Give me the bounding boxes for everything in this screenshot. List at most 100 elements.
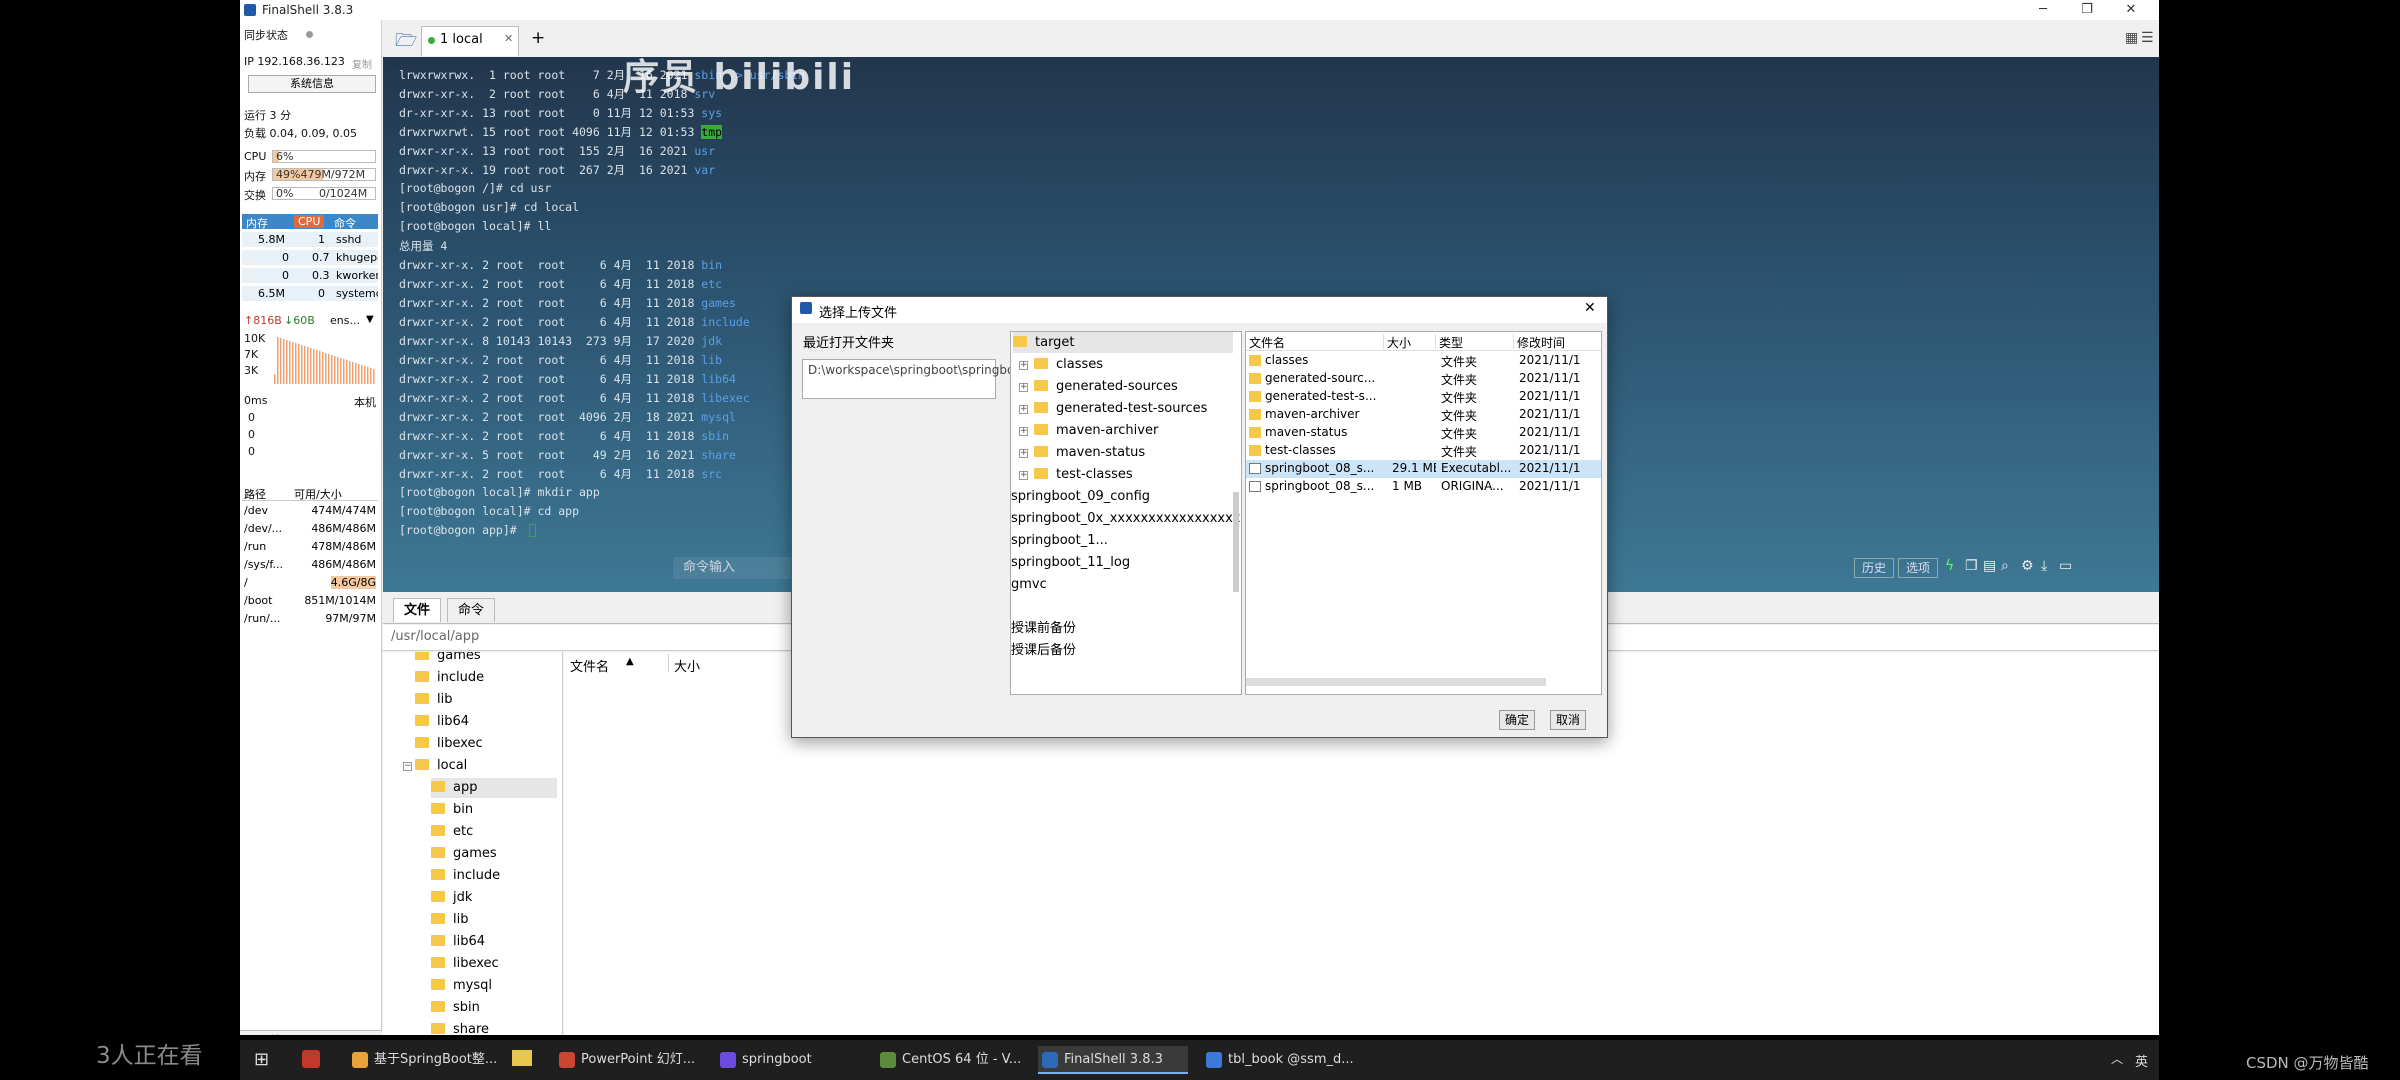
expand-icon[interactable]: + <box>1019 427 1028 436</box>
local-tree-item[interactable]: springboot_11_log <box>1011 552 1130 573</box>
local-tree-item[interactable]: + classes <box>1019 354 1103 375</box>
recent-folder-item[interactable]: D:\workspace\springboot\springboot_08_ss… <box>802 359 1126 399</box>
tab-commands[interactable]: 命令 <box>447 598 496 622</box>
gear-icon[interactable]: ⚙ <box>2021 558 2034 574</box>
tree-item-app[interactable]: app <box>431 778 557 798</box>
file-row[interactable]: generated-test-s... 文件夹 2021/11/1 <box>1246 388 1601 406</box>
tray-ime-indicator[interactable]: 英 <box>2135 1051 2148 1070</box>
col-size[interactable]: 大小 <box>1384 334 1436 350</box>
local-tree-item[interactable]: + generated-test-sources <box>1019 398 1207 419</box>
tab-files[interactable]: 文件 <box>393 598 442 622</box>
copy-icon[interactable]: ❐ <box>1965 558 1978 574</box>
lightning-icon[interactable]: ϟ <box>1945 558 1954 574</box>
local-tree-item[interactable]: + maven-archiver <box>1019 420 1158 441</box>
tree-vertical-scrollbar[interactable] <box>1233 492 1239 592</box>
net-interface-select[interactable]: ens... <box>330 314 360 327</box>
file-row[interactable]: maven-status 文件夹 2021/11/1 <box>1246 424 1601 442</box>
expand-icon[interactable]: + <box>1019 471 1028 480</box>
proc-col-mem[interactable]: 内存 <box>246 215 268 231</box>
chevron-down-icon[interactable]: ▼ <box>366 314 374 325</box>
dialog-close-button[interactable]: ✕ <box>1584 300 1596 316</box>
local-tree-item[interactable]: 授课后备份 <box>1011 640 1076 661</box>
server-ip[interactable]: IP 192.168.36.123 <box>244 55 345 68</box>
local-tree-item[interactable]: springboot_1... <box>1011 530 1108 551</box>
process-row[interactable]: 6.5M0systemd <box>242 286 378 301</box>
options-button[interactable]: 选项 <box>1898 558 1938 578</box>
disk-row[interactable]: /sys/f... 486M/486M <box>242 556 378 573</box>
keyboard-icon[interactable]: ⌨ <box>336 1034 356 1036</box>
col-filename[interactable]: 文件名 <box>1246 334 1384 350</box>
tree-item-local[interactable]: local <box>415 756 467 776</box>
layout-grid-icon[interactable]: ▦ <box>2125 30 2138 46</box>
local-tree-item[interactable]: + maven-status <box>1019 442 1145 463</box>
paste-icon[interactable]: ▤ <box>1983 558 1996 574</box>
local-tree-item[interactable]: springboot_0x_xxxxxxxxxxxxxxxxxxx <box>1011 508 1241 529</box>
restore-button[interactable]: ❐ <box>2065 0 2109 20</box>
expand-icon[interactable]: + <box>1019 361 1028 370</box>
tab-session-local[interactable]: 1 local ✕ <box>421 26 519 56</box>
gear-icon[interactable]: ⚙ <box>366 1034 379 1036</box>
process-row[interactable]: 5.8M 1 sshd <box>242 232 378 247</box>
file-row[interactable]: generated-sourc... 文件夹 2021/11/1 <box>1246 370 1601 388</box>
search-icon[interactable]: ⌕ <box>2001 558 2009 574</box>
history-button[interactable]: 历史 <box>1854 558 1894 578</box>
tree-item-lib64[interactable]: lib64 <box>431 932 485 952</box>
tree-item-include[interactable]: include <box>431 866 500 886</box>
disk-row[interactable]: /4.6G/8G <box>242 574 378 591</box>
app-red-icon[interactable] <box>302 1050 320 1068</box>
download-icon[interactable]: ⤓ <box>2041 558 2047 574</box>
tree-item-sbin[interactable]: sbin <box>431 998 480 1018</box>
cancel-button[interactable]: 取消 <box>1550 710 1586 730</box>
punctuation-icon[interactable]: °, <box>315 1034 326 1036</box>
local-tree-item[interactable]: + generated-sources <box>1019 376 1178 397</box>
tree-item-lib[interactable]: lib <box>431 910 468 930</box>
close-button[interactable]: ✕ <box>2109 0 2153 20</box>
expand-icon[interactable]: + <box>1019 405 1028 414</box>
tree-item-lib64[interactable]: lib64 <box>415 712 469 732</box>
file-row[interactable]: maven-archiver 文件夹 2021/11/1 <box>1246 406 1601 424</box>
file-row[interactable]: test-classes 文件夹 2021/11/1 <box>1246 442 1601 460</box>
close-tab-icon[interactable]: ✕ <box>504 32 513 45</box>
file-row[interactable]: springboot_08_s...29.1 MBExecutabl...202… <box>1246 460 1601 478</box>
system-info-button[interactable]: 系统信息 <box>248 75 376 93</box>
proc-col-cpu[interactable]: CPU <box>294 215 325 228</box>
tree-item-bin[interactable]: bin <box>431 800 473 820</box>
tray-chevron-up-icon[interactable]: ︿ <box>2111 1050 2123 1067</box>
disk-row[interactable]: /dev/... 486M/486M <box>242 520 378 537</box>
taskbar-item[interactable]: tbl_book @ssm_d... <box>1202 1046 1362 1074</box>
local-tree-item[interactable]: target <box>1013 332 1233 353</box>
file-row[interactable]: classes 文件夹 2021/11/1 <box>1246 352 1601 370</box>
tree-item-libexec[interactable]: libexec <box>415 734 483 754</box>
windows-start-icon[interactable]: ⊞ <box>254 1049 269 1070</box>
process-row[interactable]: 00.7khugepa <box>242 250 378 265</box>
tree-item-games[interactable]: games <box>415 652 481 666</box>
taskbar-item[interactable]: FinalShell 3.8.3 <box>1038 1046 1188 1074</box>
tree-item-share[interactable]: share <box>431 1020 489 1035</box>
collapse-icon[interactable]: − <box>403 762 412 771</box>
disk-row[interactable]: /dev 474M/474M <box>242 502 378 519</box>
taskbar-item[interactable]: springboot <box>716 1046 866 1074</box>
taskbar-item[interactable]: CentOS 64 位 - V... <box>876 1046 1031 1074</box>
file-col-size[interactable]: 大小 <box>674 656 700 675</box>
file-row[interactable]: springboot_08_s... 1 MB ORIGINA... 2021/11/… <box>1246 478 1601 496</box>
taskbar-item[interactable]: 基于SpringBoot整... <box>348 1046 518 1074</box>
folder-open-icon[interactable]: 🗁 <box>395 28 417 58</box>
local-tree-item[interactable]: springboot_09_config <box>1011 486 1150 507</box>
proc-col-cmd[interactable]: 命令 <box>334 215 356 231</box>
moon-icon[interactable]: ☾ <box>292 1034 305 1036</box>
tree-item-etc[interactable]: etc <box>431 822 473 842</box>
tree-item-libexec[interactable]: libexec <box>431 954 499 974</box>
expand-icon[interactable]: + <box>1019 383 1028 392</box>
disk-row[interactable]: /run/... 97M/97M <box>242 610 378 627</box>
menu-icon[interactable]: ☰ <box>2141 30 2154 46</box>
ime-language-toggle[interactable]: 英 <box>268 1032 282 1036</box>
tree-item-jdk[interactable]: jdk <box>431 888 472 908</box>
tree-item-games[interactable]: games <box>431 844 497 864</box>
horizontal-scrollbar[interactable] <box>1246 678 1546 686</box>
copy-ip-button[interactable]: 复制 <box>352 56 372 71</box>
tree-item-mysql[interactable]: mysql <box>431 976 492 996</box>
taskbar-item[interactable]: PowerPoint 幻灯... <box>555 1046 705 1074</box>
ok-button[interactable]: 确定 <box>1499 710 1535 730</box>
local-tree-item[interactable]: 授课前备份 <box>1011 618 1076 639</box>
input-method-logo-icon[interactable]: ◔ <box>246 1034 258 1036</box>
